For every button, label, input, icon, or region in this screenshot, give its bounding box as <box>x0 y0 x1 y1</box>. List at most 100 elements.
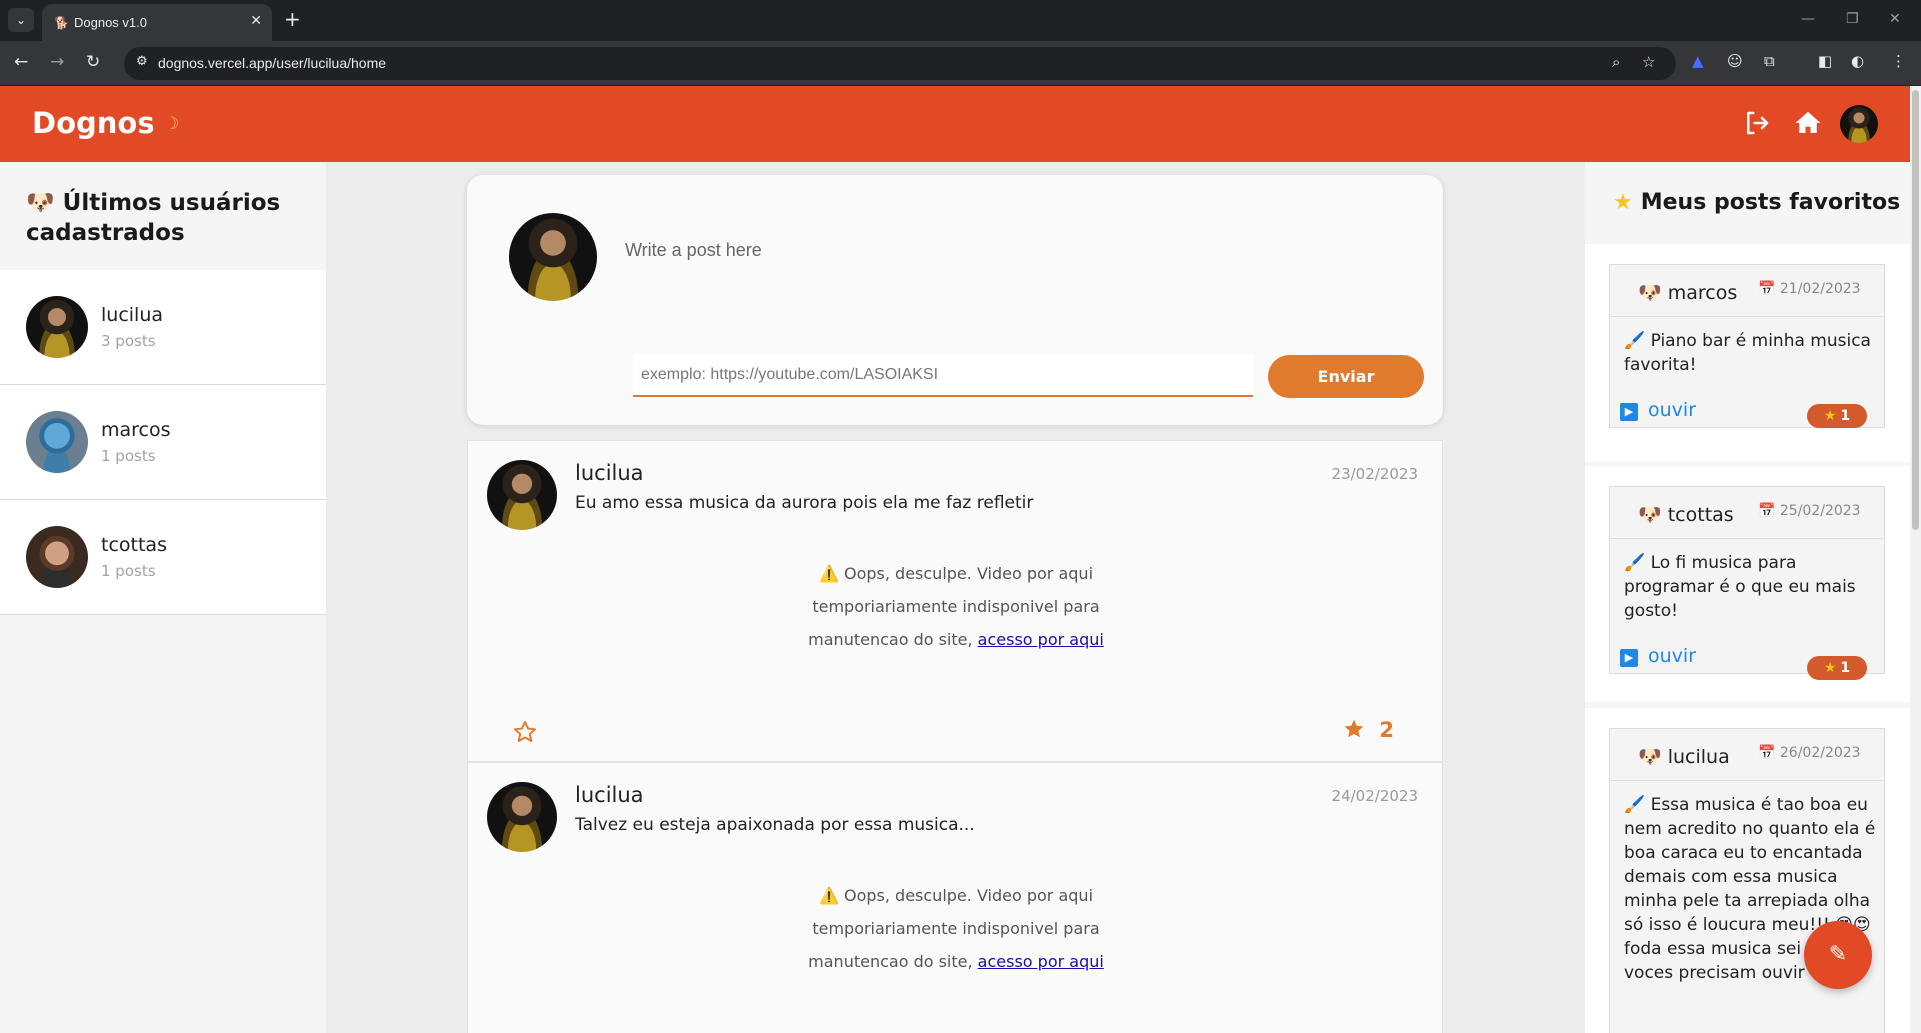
favorite-post-section: 🐶 marcos 📅 21/02/2023 🖌️ Piano bar é min… <box>1585 244 1910 462</box>
favorite-text-content: Lo fi musica para programar é o que eu m… <box>1624 553 1856 621</box>
profile-icon[interactable]: ◐ <box>1851 52 1864 70</box>
user-item-lucilua[interactable]: lucilua 3 posts <box>0 270 326 385</box>
notice-line: temporiariamente indisponivel para <box>812 919 1100 938</box>
moon-icon[interactable]: ☽ <box>164 114 179 134</box>
listen-link[interactable]: ▶ ouvir <box>1620 645 1696 667</box>
notice-line: Oops, desculpe. Video por aqui <box>844 886 1094 905</box>
alternate-access-link[interactable]: acesso por aqui <box>978 952 1104 971</box>
post-text: Eu amo essa musica da aurora pois ela me… <box>575 493 1034 513</box>
tab-favicon-icon: 🐕 <box>54 16 69 30</box>
favorite-date: 📅 25/02/2023 <box>1758 503 1861 519</box>
post-text: Talvez eu esteja apaixonada por essa mus… <box>575 815 975 835</box>
favorite-post-header: 🐶 tcottas 📅 25/02/2023 <box>1610 487 1884 539</box>
latest-users-sidebar: 🐶 Últimos usuários cadastrados lucilua 3… <box>0 162 326 1033</box>
likes-count: 2 <box>1379 718 1394 742</box>
forward-icon[interactable]: → <box>50 52 64 72</box>
favorite-posts-title-text: Meus posts favoritos <box>1640 190 1901 215</box>
post-date: 24/02/2023 <box>1331 787 1418 805</box>
avatar <box>26 411 88 473</box>
favorite-post-header: 🐶 lucilua 📅 26/02/2023 <box>1610 729 1884 781</box>
user-name: marcos <box>101 419 171 441</box>
side-panel-icon[interactable]: ◧ <box>1818 52 1832 70</box>
reload-icon[interactable]: ↻ <box>86 52 100 72</box>
user-avatar[interactable] <box>1840 105 1878 143</box>
close-window-icon[interactable]: ✕ <box>1889 11 1901 27</box>
favorite-post-header: 🐶 marcos 📅 21/02/2023 <box>1610 265 1884 317</box>
alternate-access-link[interactable]: acesso por aqui <box>978 630 1104 649</box>
tab-title: Dognos v1.0 <box>74 15 147 30</box>
calendar-icon: 📅 <box>1758 745 1776 761</box>
post-username[interactable]: lucilua <box>575 461 644 485</box>
dog-icon: 🐶 <box>1638 504 1662 526</box>
favorite-posts-title: ★ Meus posts favoritos <box>1613 188 1900 218</box>
star-icon: ★ <box>1823 660 1837 676</box>
favorite-count: 1 <box>1840 660 1851 676</box>
bookmark-star-icon[interactable]: ☆ <box>1642 53 1655 71</box>
star-icon: ★ <box>1613 190 1633 215</box>
zoom-icon[interactable]: ⌕ <box>1612 53 1620 71</box>
favorite-text-content: Piano bar é minha musica favorita! <box>1624 331 1871 375</box>
post-avatar[interactable] <box>487 460 557 530</box>
new-post-fab-pencil-icon[interactable]: ✎ <box>1804 921 1872 989</box>
dog-icon: 🐶 <box>26 190 55 216</box>
notice-line: manutencao do site, <box>808 630 973 649</box>
user-item-tcottas[interactable]: tcottas 1 posts <box>0 500 326 615</box>
favorite-author[interactable]: 🐶 lucilua <box>1638 745 1730 768</box>
extension-face-icon[interactable]: ☺ <box>1727 52 1743 70</box>
new-tab-button[interactable]: + <box>284 8 301 30</box>
video-unavailable-notice: ⚠️ Oops, desculpe. Video por aqui tempor… <box>468 879 1444 978</box>
favorite-post-card[interactable]: 🐶 tcottas 📅 25/02/2023 🖌️ Lo fi musica p… <box>1609 486 1885 674</box>
favorite-text: 🖌️ Piano bar é minha musica favorita! <box>1624 329 1878 377</box>
post-username[interactable]: lucilua <box>575 783 644 807</box>
favorite-author-name: marcos <box>1667 282 1738 304</box>
brush-icon: 🖌️ <box>1624 331 1646 351</box>
favorite-star-outline-icon[interactable] <box>512 719 538 745</box>
tab-close-icon[interactable]: ✕ <box>250 13 262 29</box>
send-button[interactable]: Enviar <box>1268 355 1424 398</box>
menu-kebab-icon[interactable]: ⋮ <box>1891 52 1906 70</box>
logout-icon[interactable] <box>1742 108 1772 138</box>
favorite-count: 1 <box>1840 408 1851 424</box>
feed-post: lucilua 24/02/2023 Talvez eu esteja apai… <box>467 762 1443 1033</box>
page-scrollbar[interactable] <box>1910 86 1921 1033</box>
tab-search-button[interactable]: ⌄ <box>8 8 34 32</box>
user-item-marcos[interactable]: marcos 1 posts <box>0 385 326 500</box>
notice-line: temporiariamente indisponivel para <box>812 597 1100 616</box>
calendar-icon: 📅 <box>1758 503 1776 519</box>
listen-link[interactable]: ▶ ouvir <box>1620 399 1696 421</box>
brush-icon: 🖌️ <box>1624 795 1646 815</box>
post-avatar[interactable] <box>487 782 557 852</box>
post-text-input[interactable] <box>625 235 1385 265</box>
extensions-puzzle-icon[interactable]: ⧉ <box>1764 52 1775 70</box>
app-logo[interactable]: Dognos <box>32 106 155 140</box>
scrollbar-thumb[interactable] <box>1912 90 1919 530</box>
extension-icon[interactable]: ▲ <box>1692 52 1704 70</box>
video-link-input[interactable] <box>633 355 1253 397</box>
play-icon: ▶ <box>1620 403 1638 421</box>
favorite-count-badge[interactable]: ★ 1 <box>1807 656 1867 680</box>
url-text[interactable]: dognos.vercel.app/user/lucilua/home <box>158 55 386 71</box>
favorite-count-badge[interactable]: ★ 1 <box>1807 404 1867 428</box>
calendar-icon: 📅 <box>1758 281 1776 297</box>
avatar <box>26 296 88 358</box>
listen-label: ouvir <box>1648 399 1697 421</box>
browser-tab-active[interactable]: 🐕 Dognos v1.0 ✕ <box>42 4 272 41</box>
favorite-author[interactable]: 🐶 marcos <box>1638 281 1737 304</box>
favorite-author[interactable]: 🐶 tcottas <box>1638 503 1734 526</box>
minimize-icon[interactable]: — <box>1801 11 1815 27</box>
favorite-date: 📅 26/02/2023 <box>1758 745 1861 761</box>
likes-star-icon <box>1344 719 1364 738</box>
restore-icon[interactable]: ❐ <box>1846 11 1859 27</box>
favorite-posts-sidebar: ★ Meus posts favoritos 🐶 marcos 📅 21/02/2… <box>1585 162 1910 1033</box>
user-name: lucilua <box>101 304 164 326</box>
avatar <box>26 526 88 588</box>
favorite-date-text: 25/02/2023 <box>1779 503 1861 519</box>
address-bar[interactable]: ⚙ dognos.vercel.app/user/lucilua/home ⌕ … <box>124 47 1676 80</box>
back-icon[interactable]: ← <box>14 52 28 72</box>
post-composer: Enviar <box>467 175 1443 425</box>
favorite-date: 📅 21/02/2023 <box>1758 281 1861 297</box>
site-info-icon[interactable]: ⚙ <box>136 54 148 69</box>
home-icon[interactable] <box>1793 108 1823 138</box>
warning-icon: ⚠️ <box>818 886 839 905</box>
browser-toolbar: ← → ↻ ⚙ dognos.vercel.app/user/lucilua/h… <box>0 41 1921 86</box>
